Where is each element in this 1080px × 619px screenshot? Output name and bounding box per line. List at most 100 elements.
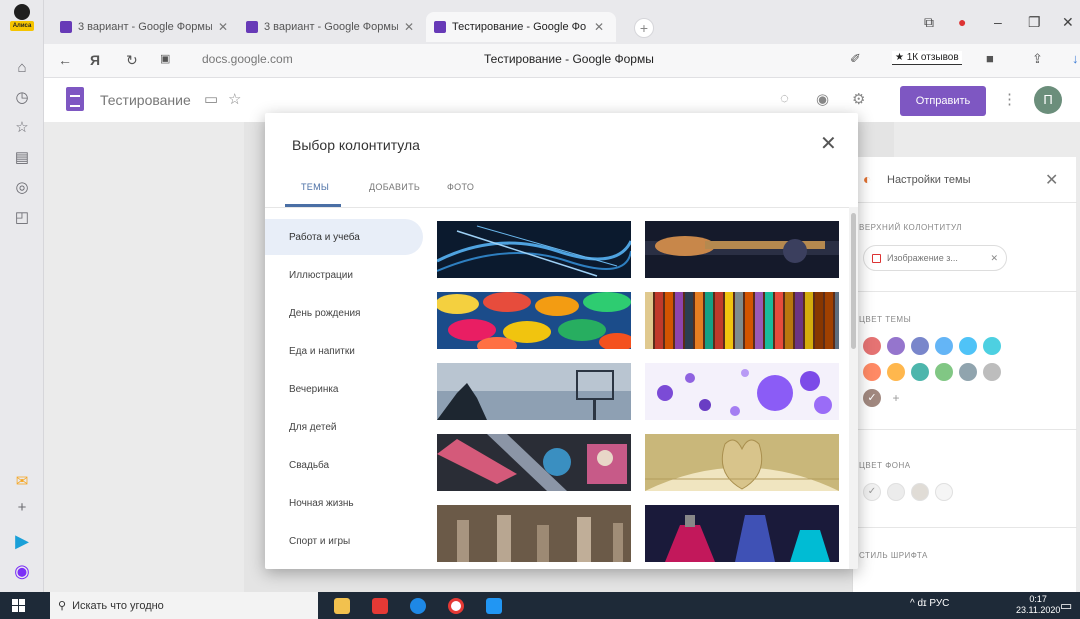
theme-color-swatch[interactable]	[863, 337, 881, 355]
protect-icon[interactable]: ✐	[850, 51, 861, 67]
extension-icon[interactable]: ●	[958, 14, 966, 30]
close-tab-icon[interactable]: ✕	[404, 20, 414, 34]
theme-image-thumbnail[interactable]	[437, 434, 631, 491]
yandex-icon[interactable]: Я	[90, 52, 100, 68]
browser-tab[interactable]: 3 вариант - Google Формы ✕	[52, 12, 236, 42]
store-icon[interactable]	[486, 598, 502, 614]
tab-photos[interactable]: ФОТО	[447, 182, 474, 192]
tab-upload[interactable]: ДОБАВИТЬ	[369, 182, 420, 192]
form-title[interactable]: Тестирование	[100, 92, 191, 108]
category-birthday[interactable]: День рождения	[265, 295, 423, 331]
edge-icon[interactable]	[410, 598, 426, 614]
add-custom-color-icon[interactable]: +	[887, 389, 905, 407]
theme-image-thumbnail[interactable]	[645, 434, 839, 491]
close-icon[interactable]: ✕	[820, 131, 837, 156]
messenger-icon[interactable]: ▶	[11, 530, 33, 552]
theme-color-swatch[interactable]	[863, 363, 881, 381]
theme-image-thumbnail[interactable]	[645, 363, 839, 420]
theme-image-thumbnail[interactable]	[645, 292, 839, 349]
theme-color-swatch[interactable]	[887, 363, 905, 381]
theme-image-thumbnail[interactable]	[437, 505, 631, 562]
header-picker-dialog: Выбор колонтитула ✕ ТЕМЫ ДОБАВИТЬ ФОТО Р…	[265, 113, 858, 569]
alice-avatar[interactable]: Алиса	[9, 4, 35, 34]
bg-color-label: ЦВЕТ ФОНА	[859, 461, 911, 470]
theme-image-thumbnail[interactable]	[437, 292, 631, 349]
notifications-icon[interactable]: ▭	[1060, 598, 1072, 614]
send-button[interactable]: Отправить	[900, 86, 986, 116]
theme-color-swatch[interactable]	[983, 363, 1001, 381]
theme-color-swatch[interactable]	[911, 363, 929, 381]
theme-settings-panel: ◐ Настройки темы ✕ ВЕРХНИЙ КОЛОНТИТУЛ Из…	[852, 157, 1077, 592]
star-icon[interactable]: ☆	[228, 90, 241, 108]
browser-tab-active[interactable]: Тестирование - Google Фо ✕	[426, 12, 616, 42]
bookmarks-icon[interactable]: ☆	[11, 116, 33, 138]
theme-color-swatch[interactable]	[911, 337, 929, 355]
more-icon[interactable]: ⋮	[1002, 90, 1017, 108]
new-tab-button[interactable]: +	[634, 18, 654, 38]
downloads-icon[interactable]: ◎	[11, 176, 33, 198]
windows-start-icon[interactable]	[12, 599, 25, 612]
clock[interactable]: 0:17 23.11.2020	[1016, 594, 1060, 616]
share-icon[interactable]: ⇪	[1032, 51, 1043, 67]
bg-color-swatch[interactable]: ✓	[863, 483, 881, 501]
close-window-icon[interactable]: ✕	[1062, 14, 1074, 31]
tabs-menu-icon[interactable]: ⧉	[924, 14, 934, 31]
theme-image-thumbnail[interactable]	[645, 221, 839, 278]
theme-color-swatch[interactable]	[959, 363, 977, 381]
close-icon[interactable]: ✕	[1045, 170, 1058, 190]
header-image-chip[interactable]: Изображение з... ✕	[863, 245, 1007, 271]
category-illustrations[interactable]: Иллюстрации	[265, 257, 423, 293]
yandex-browser-icon[interactable]	[448, 598, 464, 614]
back-icon[interactable]: ←	[58, 52, 72, 68]
collections-icon[interactable]: ▤	[11, 146, 33, 168]
palette-icon[interactable]: ◌	[780, 90, 789, 107]
scrollbar-thumb[interactable]	[851, 213, 856, 349]
history-icon[interactable]: ◷	[11, 86, 33, 108]
theme-color-swatch[interactable]	[935, 337, 953, 355]
bg-color-swatch[interactable]	[935, 483, 953, 501]
theme-image-thumbnail[interactable]	[437, 221, 631, 278]
theme-color-swatch[interactable]: ✓	[863, 389, 881, 407]
category-food-drinks[interactable]: Еда и напитки	[265, 333, 423, 369]
browser-tab[interactable]: 3 вариант - Google Формы ✕	[238, 12, 422, 42]
apps-icon[interactable]: ◰	[11, 206, 33, 228]
category-sports-games[interactable]: Спорт и игры	[265, 523, 423, 559]
bg-color-swatch[interactable]	[887, 483, 905, 501]
settings-icon[interactable]: ⚙	[852, 90, 865, 108]
forms-logo-icon[interactable]	[66, 87, 84, 111]
bg-color-swatch[interactable]	[911, 483, 929, 501]
taskbar-search[interactable]: ⚲ Искать что угодно	[50, 592, 318, 619]
close-tab-icon[interactable]: ✕	[218, 20, 228, 34]
theme-color-swatch[interactable]	[959, 337, 977, 355]
theme-image-thumbnail[interactable]	[645, 505, 839, 562]
minimize-icon[interactable]: –	[994, 14, 1002, 30]
category-work-study[interactable]: Работа и учеба	[265, 219, 423, 255]
reviews-button[interactable]: ★ 1К отзывов	[892, 51, 962, 65]
tab-themes[interactable]: ТЕМЫ	[301, 182, 329, 192]
category-kids[interactable]: Для детей	[265, 409, 423, 445]
category-nightlife[interactable]: Ночная жизнь	[265, 485, 423, 521]
mail-icon[interactable]: ✉	[11, 470, 33, 492]
category-party[interactable]: Вечеринка	[265, 371, 423, 407]
download-icon[interactable]: ↓	[1072, 51, 1079, 66]
category-wedding[interactable]: Свадьба	[265, 447, 423, 483]
theme-color-swatch[interactable]	[935, 363, 953, 381]
theme-color-swatch[interactable]	[983, 337, 1001, 355]
reload-icon[interactable]: ↻	[126, 52, 138, 69]
restore-icon[interactable]: ❐	[1028, 14, 1041, 31]
alice-icon[interactable]: ◉	[11, 560, 33, 582]
url-field[interactable]: docs.google.com	[202, 52, 293, 66]
file-explorer-icon[interactable]	[334, 598, 350, 614]
app-icon[interactable]	[372, 598, 388, 614]
theme-image-thumbnail[interactable]	[437, 363, 631, 420]
system-tray[interactable]: ^ dɪ РУС	[910, 598, 949, 609]
preview-icon[interactable]: ◉	[816, 90, 829, 108]
home-icon[interactable]: ⌂	[11, 56, 33, 78]
add-icon[interactable]: +	[11, 496, 33, 518]
close-tab-icon[interactable]: ✕	[594, 20, 604, 34]
bookmark-icon[interactable]: ■	[986, 51, 994, 66]
user-avatar[interactable]: П	[1034, 86, 1062, 114]
theme-color-swatch[interactable]	[887, 337, 905, 355]
folder-icon[interactable]: ▭	[204, 90, 218, 108]
remove-icon[interactable]: ✕	[990, 253, 998, 264]
